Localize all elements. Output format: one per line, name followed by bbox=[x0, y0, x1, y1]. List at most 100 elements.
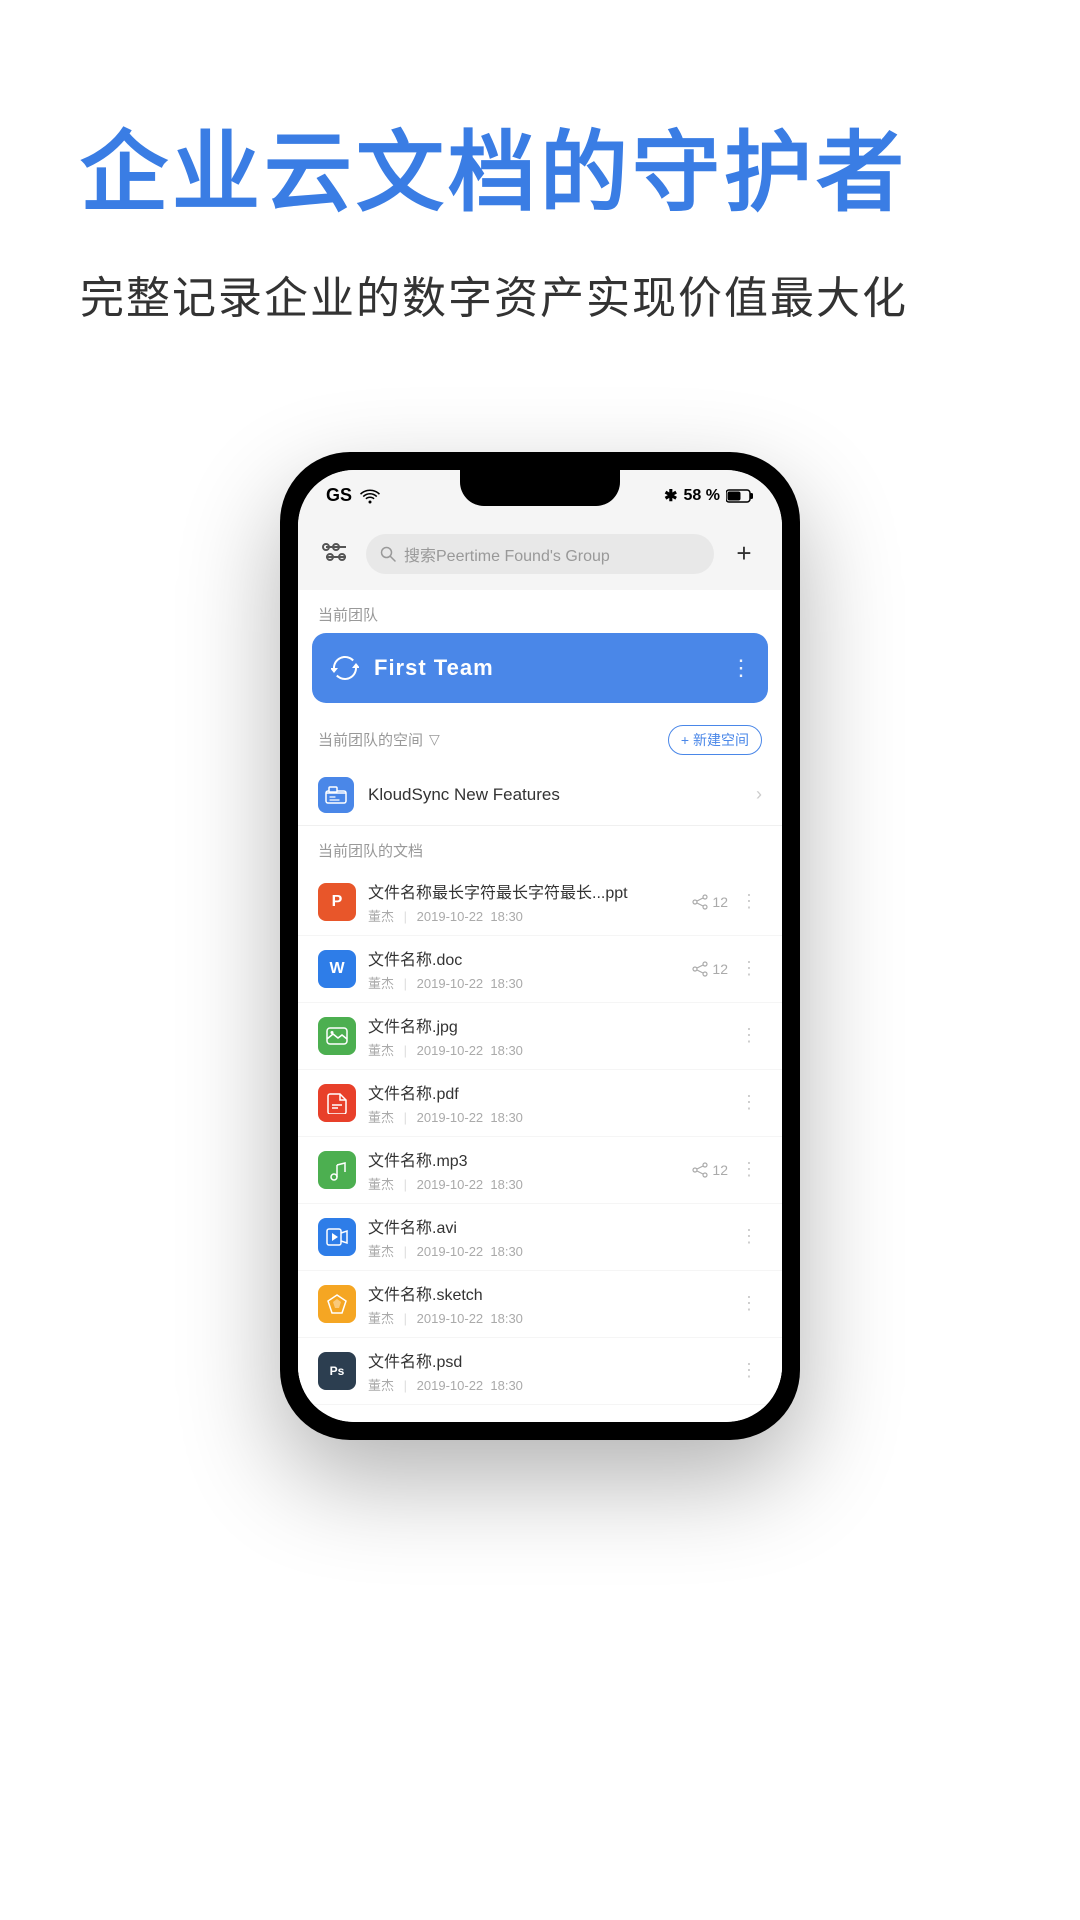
file-author: 董杰 bbox=[368, 1244, 394, 1259]
file-date: 2019-10-22 18:30 bbox=[417, 1378, 523, 1393]
file-actions: ⋮ bbox=[736, 1289, 762, 1318]
phone-mockup: GS ✱ 58 % bbox=[280, 452, 800, 1440]
file-date: 2019-10-22 18:30 bbox=[417, 976, 523, 991]
hero-title: 企业云文档的守护者 bbox=[80, 120, 1000, 226]
file-actions: ⋮ bbox=[736, 1021, 762, 1050]
add-button[interactable]: + bbox=[726, 536, 762, 572]
file-name: 文件名称.sketch bbox=[368, 1281, 724, 1305]
file-actions: ⋮ bbox=[736, 1222, 762, 1251]
search-area: 搜索Peertime Found's Group + bbox=[298, 522, 782, 590]
file-share-count: 12 bbox=[692, 1162, 728, 1178]
file-meta: 董杰 | 2019-10-22 18:30 bbox=[368, 1375, 724, 1394]
file-actions: ⋮ bbox=[736, 1088, 762, 1117]
file-more-button[interactable]: ⋮ bbox=[736, 887, 762, 916]
team-refresh-icon bbox=[328, 651, 362, 685]
file-item[interactable]: 文件名称.avi 董杰 | 2019-10-22 18:30 ⋮ bbox=[298, 1204, 782, 1271]
file-list: P 文件名称最长字符最长字符最长...ppt 董杰 | 2019-10-22 1… bbox=[298, 869, 782, 1405]
menu-icon[interactable] bbox=[318, 536, 354, 572]
file-info: 文件名称最长字符最长字符最长...ppt 董杰 | 2019-10-22 18:… bbox=[368, 879, 680, 925]
file-meta: 董杰 | 2019-10-22 18:30 bbox=[368, 1308, 724, 1327]
file-more-button[interactable]: ⋮ bbox=[736, 1155, 762, 1184]
space-chevron-icon: › bbox=[756, 784, 762, 805]
file-meta: 董杰 | 2019-10-22 18:30 bbox=[368, 973, 680, 992]
current-team-label: 当前团队 bbox=[298, 590, 782, 633]
file-name: 文件名称.avi bbox=[368, 1214, 724, 1238]
space-item[interactable]: KloudSync New Features › bbox=[298, 765, 782, 826]
file-more-button[interactable]: ⋮ bbox=[736, 1356, 762, 1385]
file-item[interactable]: 文件名称.mp3 董杰 | 2019-10-22 18:30 12 bbox=[298, 1137, 782, 1204]
phone-notch bbox=[460, 470, 620, 506]
file-item[interactable]: P 文件名称最长字符最长字符最长...ppt 董杰 | 2019-10-22 1… bbox=[298, 869, 782, 936]
space-name: KloudSync New Features bbox=[368, 785, 742, 805]
file-item[interactable]: W 文件名称.doc 董杰 | 2019-10-22 18:30 bbox=[298, 936, 782, 1003]
file-icon-jpg bbox=[318, 1017, 356, 1055]
file-info: 文件名称.pdf 董杰 | 2019-10-22 18:30 bbox=[368, 1080, 724, 1126]
status-carrier: GS bbox=[326, 485, 380, 506]
share-icon bbox=[692, 894, 708, 910]
file-date: 2019-10-22 18:30 bbox=[417, 1177, 523, 1192]
file-item[interactable]: 文件名称.sketch 董杰 | 2019-10-22 18:30 ⋮ bbox=[298, 1271, 782, 1338]
share-icon bbox=[692, 961, 708, 977]
file-date: 2019-10-22 18:30 bbox=[417, 1043, 523, 1058]
file-actions: 12 ⋮ bbox=[692, 954, 762, 983]
file-icon-ppt: P bbox=[318, 883, 356, 921]
file-info: 文件名称.jpg 董杰 | 2019-10-22 18:30 bbox=[368, 1013, 724, 1059]
file-icon-sketch bbox=[318, 1285, 356, 1323]
file-actions: 12 ⋮ bbox=[692, 1155, 762, 1184]
team-name: First Team bbox=[374, 655, 718, 681]
battery-icon bbox=[726, 488, 754, 504]
file-actions: ⋮ bbox=[736, 1356, 762, 1385]
space-label-row: 当前团队的空间 ▽ bbox=[318, 729, 440, 750]
hero-subtitle: 完整记录企业的数字资产实现价值最大化 bbox=[80, 266, 1000, 332]
file-author: 董杰 bbox=[368, 1177, 394, 1192]
file-name: 文件名称.psd bbox=[368, 1348, 724, 1372]
phone-container: GS ✱ 58 % bbox=[0, 392, 1080, 1920]
file-date: 2019-10-22 18:30 bbox=[417, 909, 523, 924]
space-filter-icon[interactable]: ▽ bbox=[429, 731, 440, 748]
app-content: 搜索Peertime Found's Group + 当前团队 bbox=[298, 522, 782, 1422]
file-more-button[interactable]: ⋮ bbox=[736, 954, 762, 983]
file-meta: 董杰 | 2019-10-22 18:30 bbox=[368, 1241, 724, 1260]
file-info: 文件名称.doc 董杰 | 2019-10-22 18:30 bbox=[368, 946, 680, 992]
file-icon-mp3 bbox=[318, 1151, 356, 1189]
team-more-button[interactable]: ⋮ bbox=[730, 655, 752, 681]
space-section-label: 当前团队的空间 bbox=[318, 729, 423, 750]
file-item[interactable]: 文件名称.pdf 董杰 | 2019-10-22 18:30 ⋮ bbox=[298, 1070, 782, 1137]
file-name: 文件名称.mp3 bbox=[368, 1147, 680, 1171]
file-author: 董杰 bbox=[368, 1110, 394, 1125]
file-meta: 董杰 | 2019-10-22 18:30 bbox=[368, 1174, 680, 1193]
file-author: 董杰 bbox=[368, 1043, 394, 1058]
file-date: 2019-10-22 18:30 bbox=[417, 1110, 523, 1125]
file-date: 2019-10-22 18:30 bbox=[417, 1244, 523, 1259]
file-name: 文件名称.doc bbox=[368, 946, 680, 970]
file-icon-avi bbox=[318, 1218, 356, 1256]
file-icon-pdf bbox=[318, 1084, 356, 1122]
file-item[interactable]: 文件名称.jpg 董杰 | 2019-10-22 18:30 ⋮ bbox=[298, 1003, 782, 1070]
search-bar[interactable]: 搜索Peertime Found's Group bbox=[366, 534, 714, 574]
file-info: 文件名称.sketch 董杰 | 2019-10-22 18:30 bbox=[368, 1281, 724, 1327]
file-more-button[interactable]: ⋮ bbox=[736, 1088, 762, 1117]
file-actions: 12 ⋮ bbox=[692, 887, 762, 916]
share-icon bbox=[692, 1162, 708, 1178]
file-name: 文件名称.jpg bbox=[368, 1013, 724, 1037]
wifi-icon bbox=[360, 488, 380, 504]
file-icon-doc: W bbox=[318, 950, 356, 988]
space-section-header: 当前团队的空间 ▽ + 新建空间 bbox=[298, 717, 782, 765]
file-share-count: 12 bbox=[692, 961, 728, 977]
file-author: 董杰 bbox=[368, 976, 394, 991]
page: 企业云文档的守护者 完整记录企业的数字资产实现价值最大化 GS bbox=[0, 0, 1080, 1920]
new-space-button[interactable]: + 新建空间 bbox=[668, 725, 762, 755]
file-icon-psd: Ps bbox=[318, 1352, 356, 1390]
file-date: 2019-10-22 18:30 bbox=[417, 1311, 523, 1326]
file-info: 文件名称.avi 董杰 | 2019-10-22 18:30 bbox=[368, 1214, 724, 1260]
file-item[interactable]: Ps 文件名称.psd 董杰 | 2019-10-22 18:30 ⋮ bbox=[298, 1338, 782, 1405]
file-share-count: 12 bbox=[692, 894, 728, 910]
file-more-button[interactable]: ⋮ bbox=[736, 1021, 762, 1050]
file-more-button[interactable]: ⋮ bbox=[736, 1289, 762, 1318]
phone-screen: GS ✱ 58 % bbox=[298, 470, 782, 1422]
team-item-active[interactable]: First Team ⋮ bbox=[312, 633, 768, 703]
search-placeholder: 搜索Peertime Found's Group bbox=[404, 542, 610, 566]
status-right: ✱ 58 % bbox=[664, 486, 754, 506]
file-more-button[interactable]: ⋮ bbox=[736, 1222, 762, 1251]
filter-menu-icon bbox=[322, 543, 350, 565]
